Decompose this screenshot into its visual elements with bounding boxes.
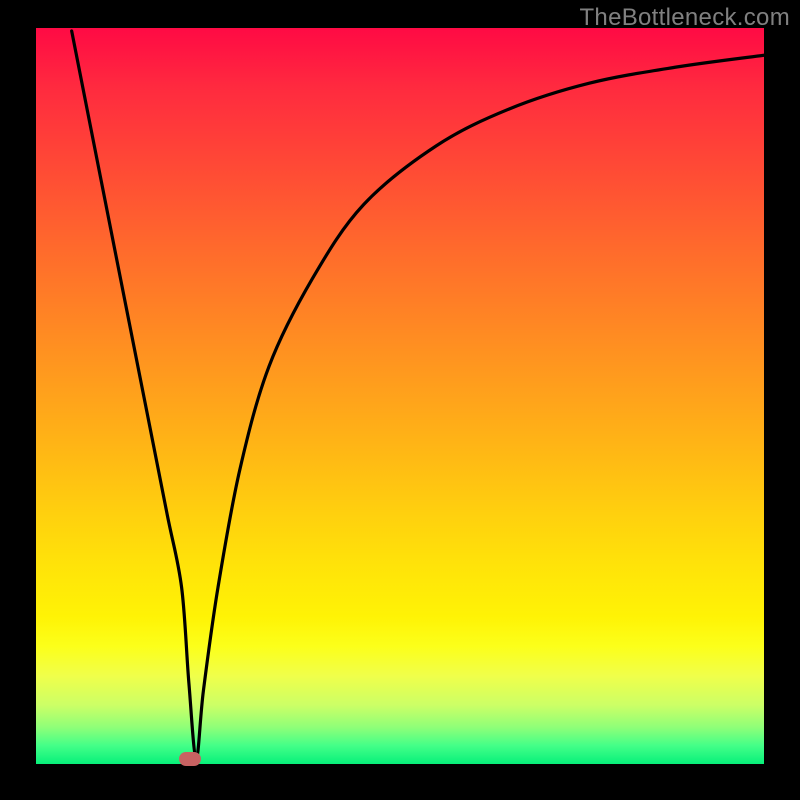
watermark-text: TheBottleneck.com (579, 4, 790, 32)
plot-area (36, 28, 764, 764)
optimum-marker (179, 752, 201, 766)
bottleneck-curve (36, 28, 764, 764)
chart-frame: TheBottleneck.com (0, 0, 800, 800)
